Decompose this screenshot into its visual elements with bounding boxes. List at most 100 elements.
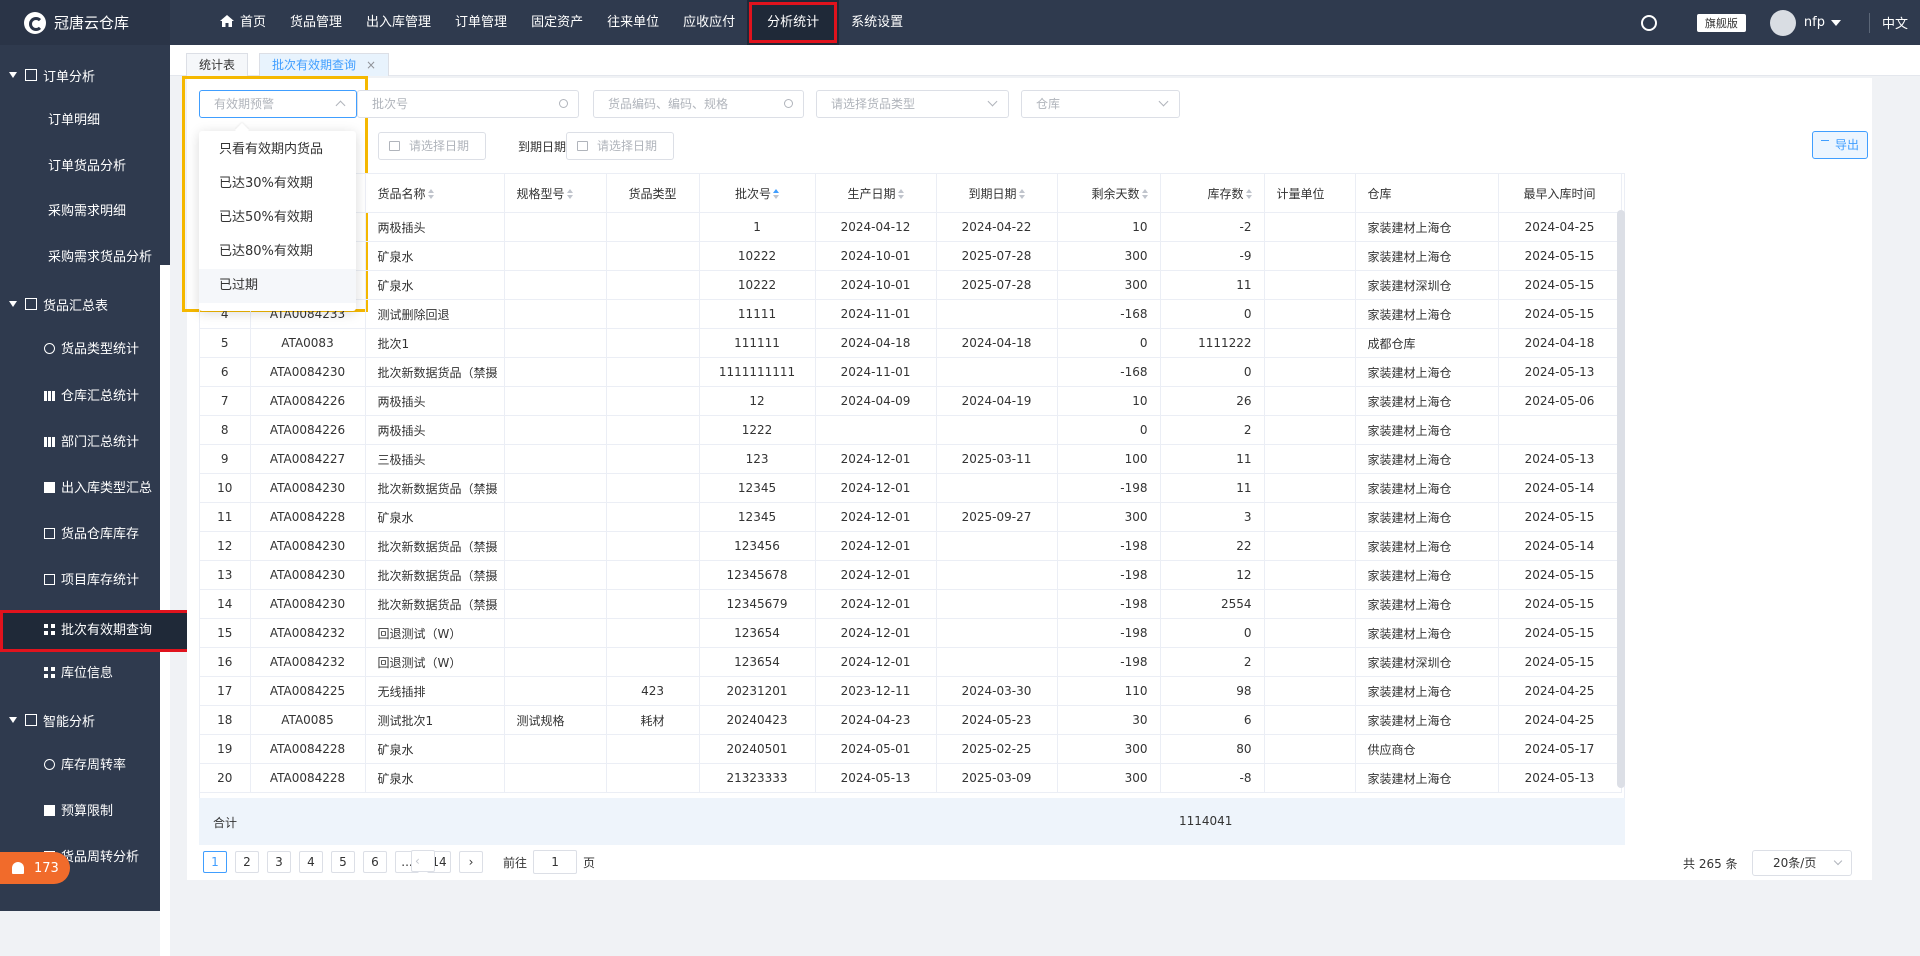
sidebar-item-goods-type[interactable]: 货品类型统计 bbox=[0, 335, 214, 365]
due-date-picker[interactable]: 请选择日期 bbox=[566, 132, 674, 160]
page-6[interactable]: 6 bbox=[363, 851, 387, 873]
sidebar-group-goods-summary[interactable]: 货品汇总表 bbox=[0, 289, 170, 319]
table-row[interactable]: 15 ATA0084232 回退测试（W） 123654 2024-12-01 -198 0… bbox=[200, 618, 1622, 648]
table-cell: 两极插头 bbox=[365, 212, 505, 242]
page-2[interactable]: 2 bbox=[235, 851, 259, 873]
nav-settings[interactable]: 系统设置 bbox=[839, 0, 915, 45]
nav-home[interactable]: 首页 bbox=[208, 0, 278, 45]
chevron-down-icon[interactable] bbox=[1830, 19, 1841, 26]
col-remaining-days[interactable]: 剩余天数 bbox=[1057, 174, 1161, 213]
col-spec[interactable]: 规格型号 bbox=[504, 174, 607, 213]
logo[interactable]: 冠唐云仓库 bbox=[0, 0, 170, 45]
col-due-date[interactable]: 到期日期 bbox=[936, 174, 1058, 213]
sidebar-item-budget[interactable]: 预算限制 bbox=[0, 797, 214, 827]
expiry-option[interactable]: 已过期 bbox=[199, 269, 356, 303]
nav-inout[interactable]: 出入库管理 bbox=[354, 0, 443, 45]
table-cell: 2025-02-25 bbox=[936, 734, 1058, 764]
table-cell: 家装建材上海仓 bbox=[1355, 560, 1499, 590]
goods-type-select[interactable]: 请选择货品类型 bbox=[816, 90, 1009, 118]
table-row[interactable]: 11 ATA0084228 矿泉水 12345 2024-12-01 2025-09-27… bbox=[200, 502, 1622, 532]
table-row[interactable]: 5 ATA0083 批次1 111111 2024-04-18 2024-04-18 0 11… bbox=[200, 328, 1622, 358]
page-4[interactable]: 4 bbox=[299, 851, 323, 873]
page-size-select[interactable]: 20条/页 bbox=[1752, 850, 1852, 876]
chevron-down-icon bbox=[9, 717, 17, 723]
table-cell bbox=[504, 473, 607, 503]
batch-number-input[interactable]: 批次号 bbox=[357, 90, 579, 118]
table-cell: 2024-11-01 bbox=[815, 357, 937, 387]
sidebar-item-dept-summary[interactable]: 部门汇总统计 bbox=[0, 428, 214, 458]
goto-page-input[interactable]: 1 bbox=[533, 850, 578, 874]
sidebar-item-inout-type[interactable]: 出入库类型汇总 bbox=[0, 474, 214, 504]
production-date-picker[interactable]: 请选择日期 bbox=[378, 132, 486, 160]
table-row[interactable]: 9 ATA0084227 三极插头 123 2024-12-01 2025-03-11 10… bbox=[200, 444, 1622, 474]
prev-page-button[interactable]: ‹ bbox=[411, 850, 435, 872]
tab-batch-expiry[interactable]: 批次有效期查询 × bbox=[259, 53, 390, 76]
table-cell: 0 bbox=[1160, 299, 1265, 329]
sidebar-group-order-analysis[interactable]: 订单分析 bbox=[0, 60, 170, 90]
nav-orders[interactable]: 订单管理 bbox=[443, 0, 519, 45]
table-row[interactable]: 14 ATA0084230 批次新数据货品（禁摄 12345679 2024-12-01… bbox=[200, 589, 1622, 619]
table-cell: 1 bbox=[699, 212, 816, 242]
table-row[interactable]: 6 ATA0084230 批次新数据货品（禁摄 1111111111 2024-11-0… bbox=[200, 357, 1622, 387]
table-row[interactable]: 19 ATA0084228 矿泉水 20240501 2024-05-01 2025-02… bbox=[200, 734, 1622, 764]
table-cell: 批次新数据货品（禁摄 bbox=[365, 473, 505, 503]
sidebar-item-turnover-rate[interactable]: 库存周转率 bbox=[0, 751, 214, 781]
sidebar-item-project-stock[interactable]: 项目库存统计 bbox=[0, 566, 214, 596]
expiry-option[interactable]: 已达80%有效期 bbox=[199, 235, 356, 269]
table-row[interactable]: 8 ATA0084226 两极插头 1222 0 2 家装建材上海仓 bbox=[200, 415, 1622, 445]
table-row[interactable]: 16 ATA0084232 回退测试（W） 123654 2024-12-01 -198 2… bbox=[200, 647, 1622, 677]
username[interactable]: nfp bbox=[1804, 15, 1825, 30]
sidebar-item-goods-stock[interactable]: 货品仓库库存 bbox=[0, 520, 214, 550]
sidebar-item-warehouse-summary[interactable]: 仓库汇总统计 bbox=[0, 382, 214, 412]
table-row[interactable]: 2矿泉水102222024-10-012025-07-28300-9家装建材上海… bbox=[200, 241, 1622, 271]
help-icon[interactable] bbox=[1640, 14, 1657, 31]
page-5[interactable]: 5 bbox=[331, 851, 355, 873]
table-row[interactable]: 13 ATA0084230 批次新数据货品（禁摄 12345678 2024-12-01… bbox=[200, 560, 1622, 590]
language-switch[interactable]: 中文 bbox=[1882, 13, 1908, 32]
table-cell: ATA0084230 bbox=[250, 357, 366, 387]
sidebar-group-smart-analysis[interactable]: 智能分析 bbox=[0, 705, 170, 735]
nav-finance[interactable]: 应收应付 bbox=[671, 0, 747, 45]
expiry-warning-dropdown: 只看有效期内货品 已达30%有效期 已达50%有效期 已达80%有效期 已过期 bbox=[199, 122, 356, 311]
table-row[interactable]: 17 ATA0084225 无线插排 423 20231201 2023-12-11 202… bbox=[200, 676, 1622, 706]
nav-analytics[interactable]: 分析统计 bbox=[747, 0, 840, 45]
expiry-option[interactable]: 已达30%有效期 bbox=[199, 167, 356, 201]
table-row[interactable]: 4 ATA0084233 测试删除回退 11111 2024-11-01 -168 0 家装建… bbox=[200, 299, 1622, 329]
sidebar-item-location[interactable]: 库位信息 bbox=[0, 659, 214, 689]
search-icon[interactable] bbox=[559, 99, 568, 108]
table-row[interactable]: 18 ATA0085 测试批次1 测试规格 耗材 20240423 2024-04-23 20… bbox=[200, 705, 1622, 735]
nav-goods[interactable]: 货品管理 bbox=[278, 0, 354, 45]
notification-badge[interactable]: 173 bbox=[0, 852, 70, 884]
sort-icon bbox=[1245, 188, 1252, 199]
table-row[interactable]: 3矿泉水102222024-10-012025-07-2830011家装建材深圳… bbox=[200, 270, 1622, 300]
col-stock[interactable]: 库存数 bbox=[1160, 174, 1265, 213]
table-row[interactable]: 7 ATA0084226 两极插头 12 2024-04-09 2024-04-19 10 2… bbox=[200, 386, 1622, 416]
table-row[interactable]: 20 ATA0084228 矿泉水 21323333 2024-05-13 2025-03… bbox=[200, 763, 1622, 793]
next-page-button[interactable]: › bbox=[459, 851, 483, 873]
table-row[interactable]: 12 ATA0084230 批次新数据货品（禁摄 123456 2024-12-01 -1… bbox=[200, 531, 1622, 561]
vertical-scrollbar[interactable] bbox=[1617, 210, 1625, 788]
col-goods-name[interactable]: 货品名称 bbox=[365, 174, 505, 213]
warehouse-select[interactable]: 仓库 bbox=[1021, 90, 1180, 118]
close-icon[interactable]: × bbox=[366, 58, 376, 72]
table-row[interactable]: 1两极插头12024-04-122024-04-2210-2家装建材上海仓202… bbox=[200, 212, 1622, 242]
table-cell: 2024-04-12 bbox=[815, 212, 937, 242]
export-button[interactable]: 导出 bbox=[1812, 131, 1869, 159]
page-1[interactable]: 1 bbox=[203, 851, 227, 873]
tab-stats[interactable]: 统计表 bbox=[186, 53, 249, 76]
expiry-option[interactable]: 只看有效期内货品 bbox=[199, 133, 356, 167]
sidebar-item-label: 项目库存统计 bbox=[61, 573, 140, 588]
sidebar-item-batch-expiry[interactable]: 批次有效期查询 bbox=[0, 610, 214, 652]
page-3[interactable]: 3 bbox=[267, 851, 291, 873]
nav-partners[interactable]: 往来单位 bbox=[595, 0, 671, 45]
col-batch[interactable]: 批次号 bbox=[699, 174, 816, 213]
goods-search-input[interactable]: 货品编码、编码、规格 bbox=[593, 90, 804, 118]
search-icon[interactable] bbox=[784, 99, 793, 108]
expiry-option[interactable]: 已达50%有效期 bbox=[199, 201, 356, 235]
nav-assets[interactable]: 固定资产 bbox=[519, 0, 595, 45]
table-row[interactable]: 10 ATA0084230 批次新数据货品（禁摄 12345 2024-12-01 -19… bbox=[200, 473, 1622, 503]
table-cell: 2024-04-22 bbox=[936, 212, 1058, 242]
table-cell: 2024-12-01 bbox=[815, 560, 937, 590]
col-production-date[interactable]: 生产日期 bbox=[815, 174, 937, 213]
avatar[interactable] bbox=[1769, 9, 1796, 36]
